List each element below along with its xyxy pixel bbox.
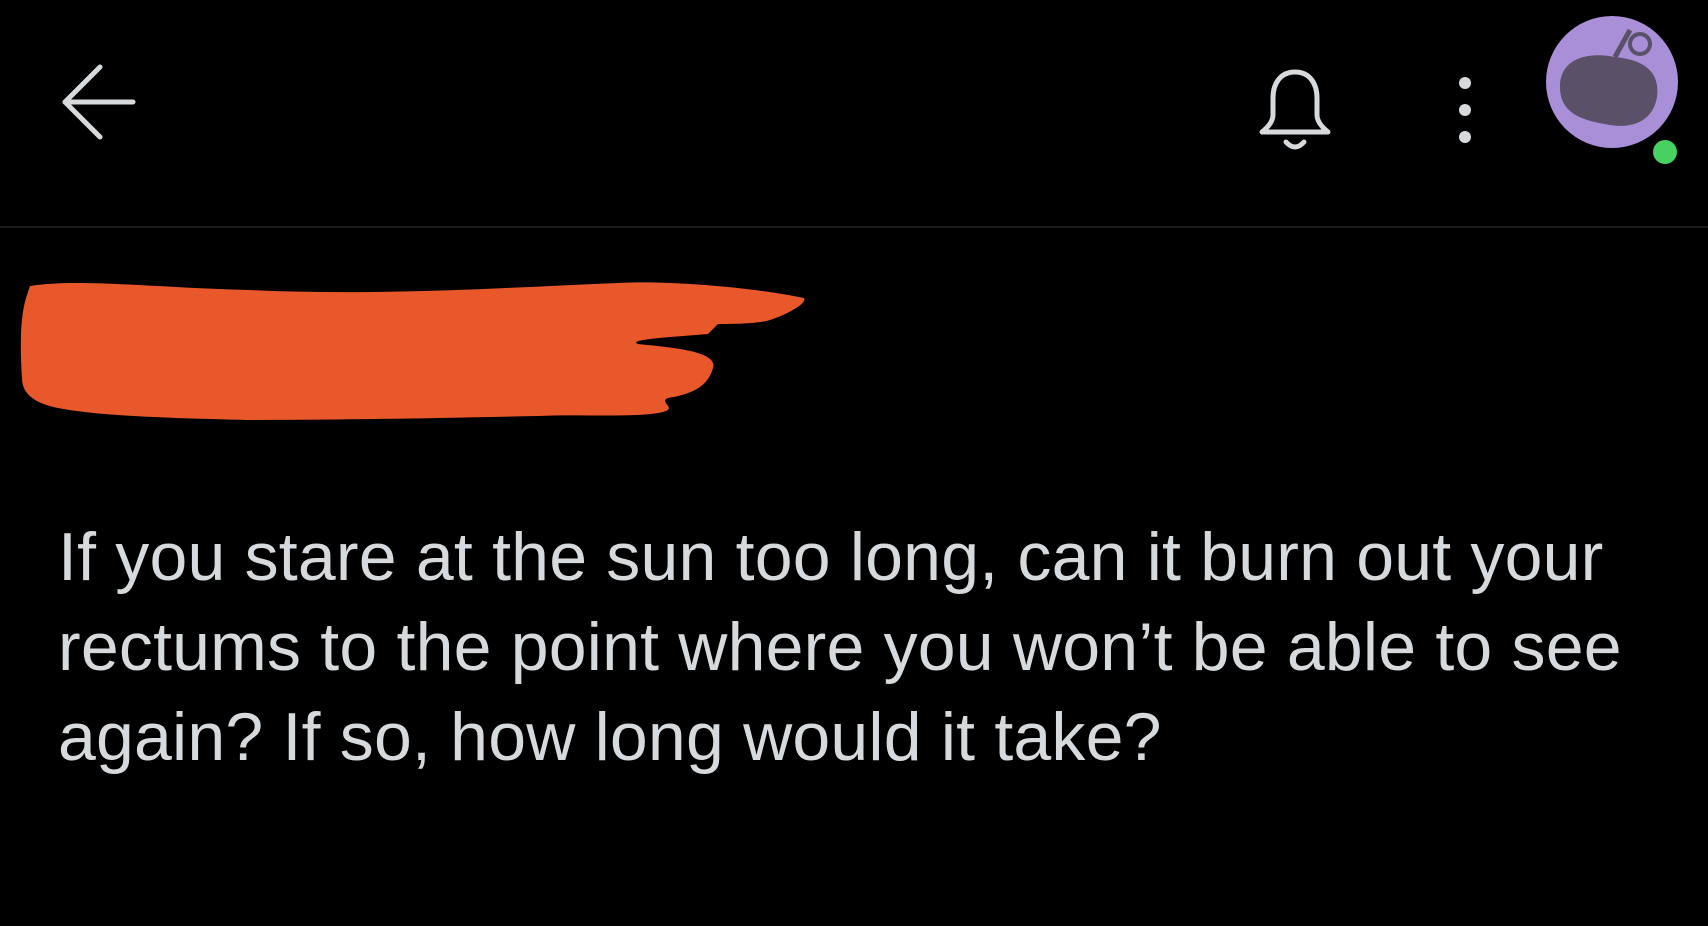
- top-app-bar: [0, 0, 1708, 226]
- user-avatar[interactable]: [1545, 12, 1695, 172]
- post-title: If you stare at the sun too long, can it…: [58, 519, 1622, 775]
- more-options-button[interactable]: [1430, 65, 1500, 155]
- vertical-dots-icon: [1459, 77, 1471, 143]
- bell-icon: [1259, 69, 1331, 150]
- snoo-avatar-icon: [1546, 16, 1678, 164]
- arrow-left-icon: [62, 64, 136, 140]
- online-status-dot: [1653, 140, 1677, 164]
- back-button[interactable]: [55, 55, 165, 165]
- header-divider: [0, 226, 1708, 228]
- author-redaction: [18, 268, 808, 448]
- notifications-button[interactable]: [1240, 60, 1350, 170]
